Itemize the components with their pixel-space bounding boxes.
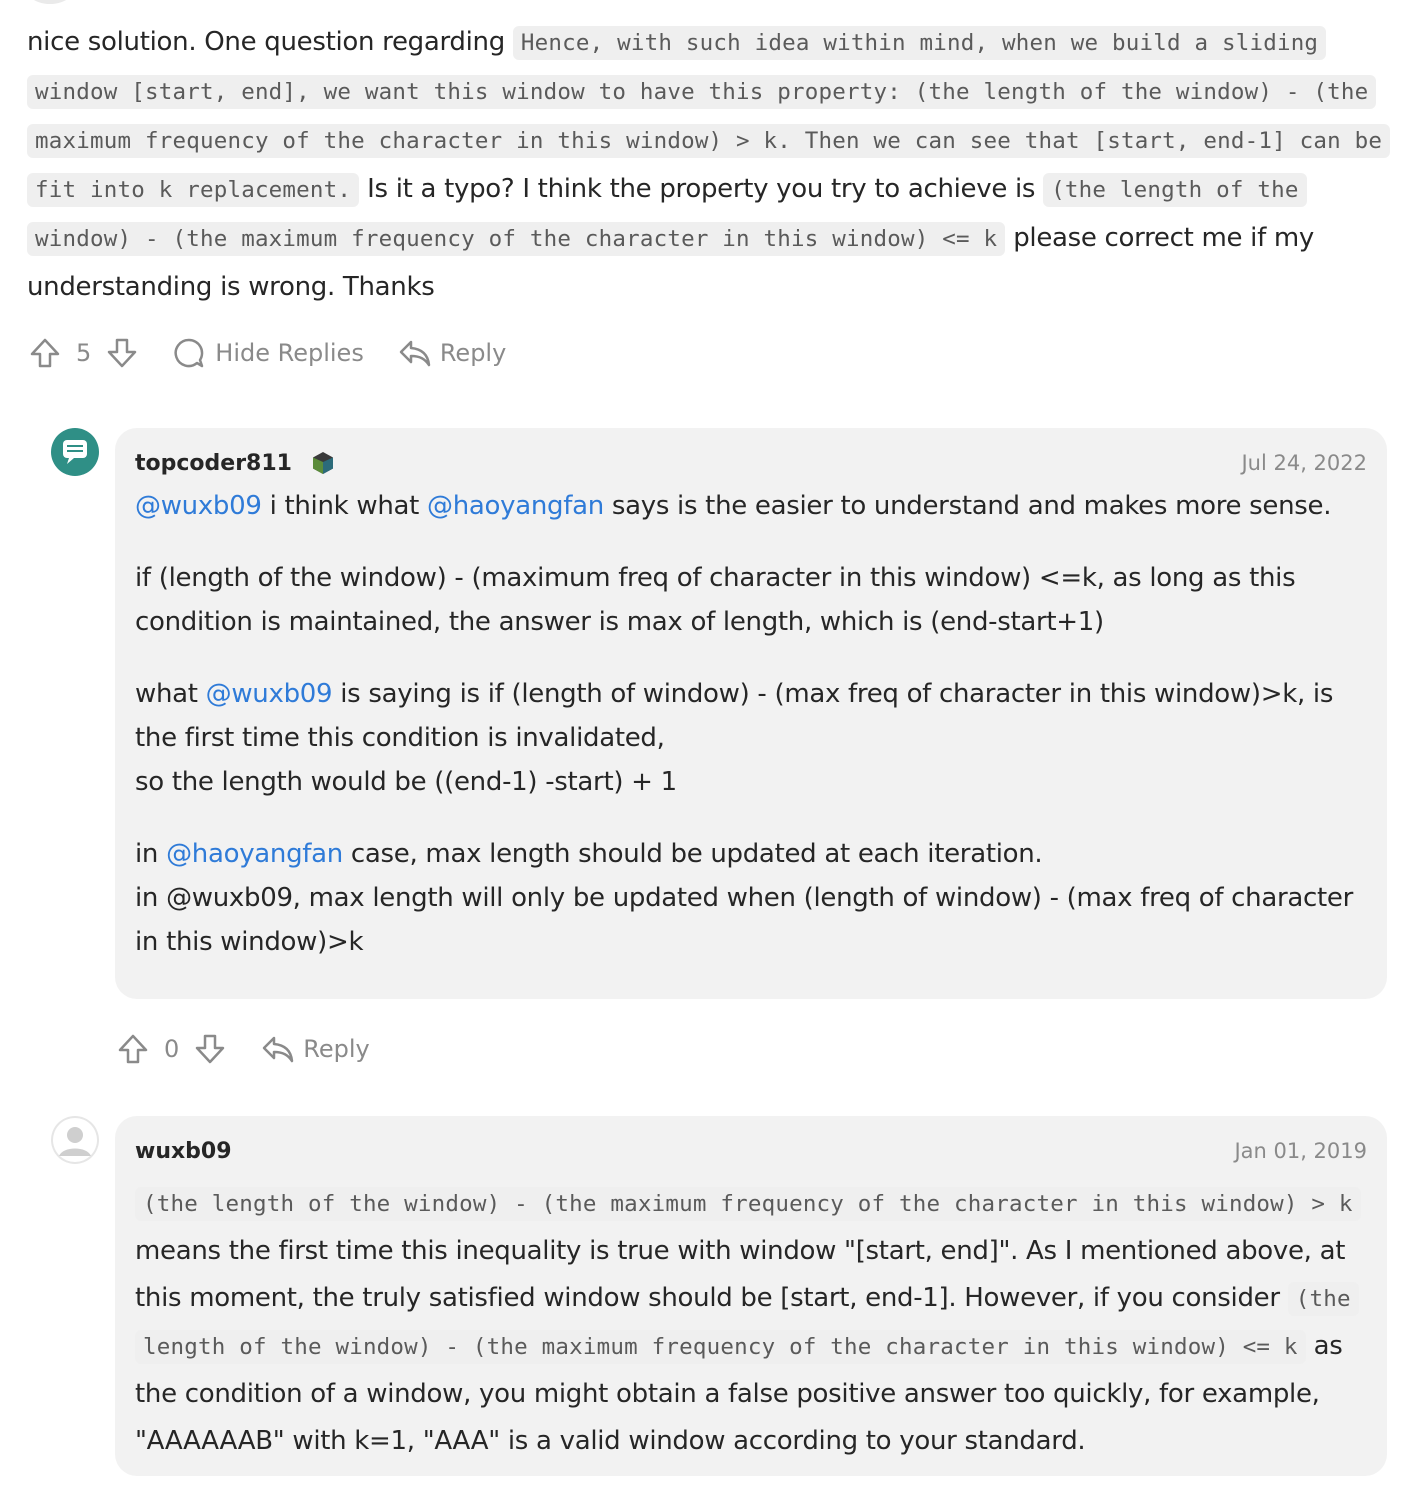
mention-link[interactable]: @wuxb09	[135, 491, 262, 521]
mention-link[interactable]: @wuxb09	[206, 679, 333, 709]
user-placeholder-icon	[53, 1118, 97, 1162]
avatar[interactable]	[51, 1116, 99, 1164]
reply-text: case, max length should be updated at ea…	[342, 839, 1043, 869]
top-comment-actions: 5 Hide Replies Reply	[28, 336, 506, 370]
thumb-up-outline-icon	[30, 338, 60, 368]
reply-body: (the length of the window) - (the maximu…	[135, 1180, 1367, 1465]
inline-code: (the length of the window) - (the maximu…	[135, 1187, 1361, 1221]
thumb-down-outline-icon	[108, 338, 137, 368]
reply-text: what	[135, 679, 206, 709]
downvote-button[interactable]	[105, 336, 139, 370]
hide-replies-button[interactable]: Hide Replies	[173, 337, 364, 369]
coder-speech-bubble-icon	[63, 440, 87, 464]
vote-count: 0	[164, 1035, 180, 1063]
thumb-up-outline-icon	[118, 1034, 148, 1064]
mention-link[interactable]: @haoyangfan	[166, 839, 343, 869]
comment-bubble-icon	[174, 338, 204, 368]
reply-paragraph: if (length of the window) - (maximum fre…	[135, 563, 1296, 637]
reply-text: means the first time this inequality is …	[135, 1236, 1346, 1313]
reply-card: topcoder811 Jul 24, 2022 @wuxb09 i think…	[115, 428, 1387, 999]
vote-count: 5	[76, 339, 92, 367]
reply-button[interactable]: Reply	[261, 1034, 370, 1064]
username-text: wuxb09	[135, 1138, 232, 1164]
reply-text: says is the easier to understand and mak…	[603, 491, 1332, 521]
username-text: topcoder811	[135, 450, 292, 476]
hide-replies-label: Hide Replies	[215, 339, 364, 367]
reply-actions: 0 Reply	[116, 1032, 370, 1066]
reply-body: @wuxb09 i think what @haoyangfan says is…	[135, 484, 1367, 964]
post-date: Jul 24, 2022	[1241, 451, 1367, 475]
post-date: Jan 01, 2019	[1234, 1139, 1367, 1163]
reply-text: in	[135, 839, 167, 869]
thumb-down-outline-icon	[196, 1034, 225, 1064]
username[interactable]: topcoder811	[135, 450, 336, 476]
username[interactable]: wuxb09	[135, 1139, 232, 1164]
reply-card: wuxb09 Jan 01, 2019 (the length of the w…	[115, 1116, 1387, 1476]
badge-cube-icon	[312, 452, 333, 474]
avatar[interactable]	[51, 428, 99, 476]
mention-link[interactable]: @haoyangfan	[427, 491, 604, 521]
reply-button[interactable]: Reply	[398, 338, 506, 368]
comment-text: nice solution. One question regarding	[27, 27, 513, 57]
reply-text: i think what	[261, 491, 428, 521]
reply-paragraph: so the length would be ((end-1) -start) …	[135, 767, 677, 797]
reply-label: Reply	[439, 339, 507, 367]
reply-label: Reply	[303, 1035, 370, 1063]
upvote-button[interactable]	[116, 1032, 150, 1066]
reply-arrow-icon	[263, 1036, 294, 1063]
comment-text: Is it a typo? I think the property you t…	[359, 174, 1044, 204]
upvote-button[interactable]	[28, 336, 62, 370]
downvote-button[interactable]	[193, 1032, 227, 1066]
previous-avatar-edge	[22, 0, 78, 4]
reply-paragraph: in @wuxb09, max length will only be upda…	[135, 883, 1353, 957]
reply-arrow-icon	[399, 340, 431, 367]
top-comment-body: nice solution. One question regarding He…	[27, 18, 1407, 311]
